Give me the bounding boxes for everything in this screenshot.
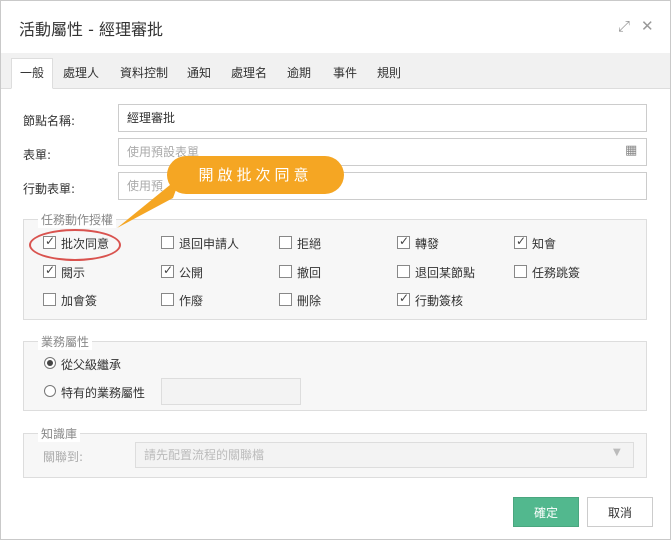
title-bar: 活動屬性 - 經理審批 ⤢ ✕ — [1, 1, 670, 53]
checkbox-notify[interactable]: ✓ — [514, 234, 527, 249]
checkbox-skip-sign[interactable] — [514, 265, 527, 278]
checkbox-forward[interactable]: ✓ — [397, 234, 410, 249]
callout-bubble: 開啟批次同意 — [167, 156, 344, 194]
checkbox-label-public: 公開 — [179, 266, 204, 280]
related-to-label: 關聯到: — [43, 450, 84, 464]
checkbox-return-node[interactable] — [397, 265, 410, 278]
checkbox-add-signer[interactable] — [43, 293, 56, 306]
ok-button[interactable]: 確定 — [513, 497, 579, 527]
radio-label-specific-attributes: 特有的業務屬性 — [61, 386, 146, 400]
knowledge-base-legend: 知識庫 — [38, 425, 81, 442]
checkbox-public[interactable]: ✓ — [161, 263, 174, 278]
checkbox-label-forward: 轉發 — [415, 237, 440, 251]
activity-properties-dialog: 活動屬性 - 經理審批 ⤢ ✕ 一般 處理人 資料控制 通知 處理名 逾期 事件… — [0, 0, 671, 540]
checkbox-label-return-node: 退回某節點 — [415, 266, 476, 280]
business-attributes-legend: 業務屬性 — [38, 333, 93, 350]
dialog-title: 活動屬性 - 經理審批 — [19, 20, 163, 39]
related-file-select[interactable]: 請先配置流程的關聯檔 — [135, 442, 634, 468]
checkbox-label-delete: 刪除 — [297, 294, 322, 308]
radio-label-inherit-parent: 從父級繼承 — [61, 358, 122, 372]
checkbox-label-review: 閱示 — [61, 266, 86, 280]
specific-attributes-input[interactable] — [161, 378, 301, 405]
checkbox-withdraw[interactable] — [279, 265, 292, 278]
form-label: 表單: — [23, 148, 52, 162]
checkbox-void[interactable] — [161, 293, 174, 306]
radio-specific-attributes[interactable] — [44, 385, 56, 397]
task-permissions-legend: 任務動作授權 — [38, 211, 117, 228]
node-name-label: 節點名稱: — [23, 114, 76, 128]
highlight-ellipse — [29, 229, 121, 261]
tab-rules[interactable]: 規則 — [371, 59, 407, 88]
tab-data-control[interactable]: 資料控制 — [113, 59, 175, 88]
checkbox-label-void: 作廢 — [179, 294, 204, 308]
checkbox-label-withdraw: 撤回 — [297, 266, 322, 280]
checkbox-return-applicant[interactable] — [161, 236, 174, 249]
checkbox-label-notify: 知會 — [532, 237, 557, 251]
tab-process-name[interactable]: 處理名 — [225, 59, 273, 88]
checkbox-review[interactable]: ✓ — [43, 263, 56, 278]
cancel-button[interactable]: 取消 — [587, 497, 653, 527]
checkbox-label-mobile-sign: 行動簽核 — [415, 294, 464, 308]
maximize-icon[interactable]: ⤢ — [618, 17, 630, 35]
node-name-input[interactable]: 經理審批 — [118, 104, 647, 132]
grid-icon[interactable]: ▦ — [625, 143, 637, 158]
chevron-down-icon: ▼ — [613, 447, 621, 458]
checkbox-delete[interactable] — [279, 293, 292, 306]
tab-events[interactable]: 事件 — [327, 59, 363, 88]
checkbox-label-add-signer: 加會簽 — [61, 294, 98, 308]
tab-general[interactable]: 一般 — [11, 58, 53, 89]
tab-overdue[interactable]: 逾期 — [281, 59, 317, 88]
checkbox-mobile-sign[interactable]: ✓ — [397, 291, 410, 306]
tab-handler[interactable]: 處理人 — [57, 59, 105, 88]
checkbox-label-return-applicant: 退回申請人 — [179, 237, 240, 251]
tab-bar: 一般 處理人 資料控制 通知 處理名 逾期 事件 規則 — [1, 53, 670, 89]
checkbox-reject[interactable] — [279, 236, 292, 249]
close-icon[interactable]: ✕ — [641, 17, 654, 35]
radio-inherit-parent[interactable] — [44, 357, 56, 369]
checkbox-label-skip-sign: 任務跳簽 — [532, 266, 581, 280]
tab-notification[interactable]: 通知 — [181, 59, 217, 88]
mobile-form-label: 行動表單: — [23, 182, 76, 196]
checkbox-label-reject: 拒絕 — [297, 237, 322, 251]
